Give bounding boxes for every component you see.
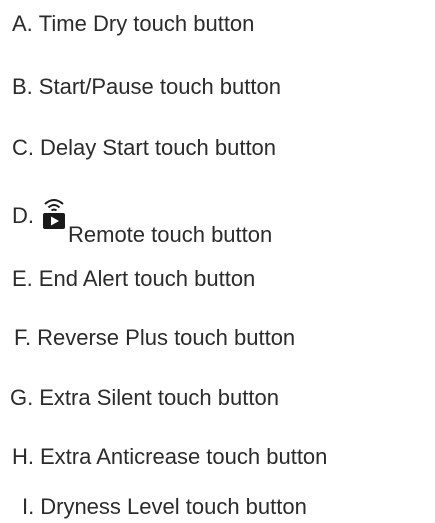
legend-item-dryness-level: I. Dryness Level touch button: [22, 494, 307, 520]
legend-item-time-dry: A. Time Dry touch button: [12, 11, 254, 37]
legend-label: Dryness Level touch button: [40, 494, 307, 519]
legend-letter: G.: [10, 385, 34, 410]
legend-item-start-pause: B. Start/Pause touch button: [12, 74, 281, 100]
legend-item-delay-start: C. Delay Start touch button: [12, 135, 276, 161]
legend-letter: C.: [12, 135, 34, 160]
legend-label: Reverse Plus touch button: [37, 325, 296, 350]
legend-label: Delay Start touch button: [40, 135, 277, 160]
legend-label: End Alert touch button: [38, 266, 256, 291]
legend-label: Time Dry touch button: [38, 11, 255, 36]
legend-label: Extra Silent touch button: [39, 385, 279, 410]
legend-item-extra-anticrease: H. Extra Anticrease touch button: [12, 444, 327, 470]
legend-letter: I.: [22, 494, 35, 519]
legend-item-end-alert: E. End Alert touch button: [12, 266, 255, 292]
legend-letter: D.: [12, 203, 34, 228]
legend-label: Start/Pause touch button: [38, 74, 281, 99]
legend-label: Remote touch button: [68, 222, 273, 247]
legend-letter: A.: [12, 11, 33, 36]
legend-letter: E.: [12, 266, 33, 291]
legend-item-reverse-plus: F. Reverse Plus touch button: [14, 325, 295, 351]
wifi-remote-icon: [42, 196, 66, 230]
legend-letter: F.: [14, 325, 32, 350]
legend-item-extra-silent: G. Extra Silent touch button: [10, 385, 279, 411]
legend-letter: B.: [12, 74, 33, 99]
button-legend-list: A. Time Dry touch button B. Start/Pause to…: [0, 0, 435, 523]
legend-letter: H.: [12, 444, 34, 469]
legend-label: Extra Anticrease touch button: [40, 444, 328, 469]
